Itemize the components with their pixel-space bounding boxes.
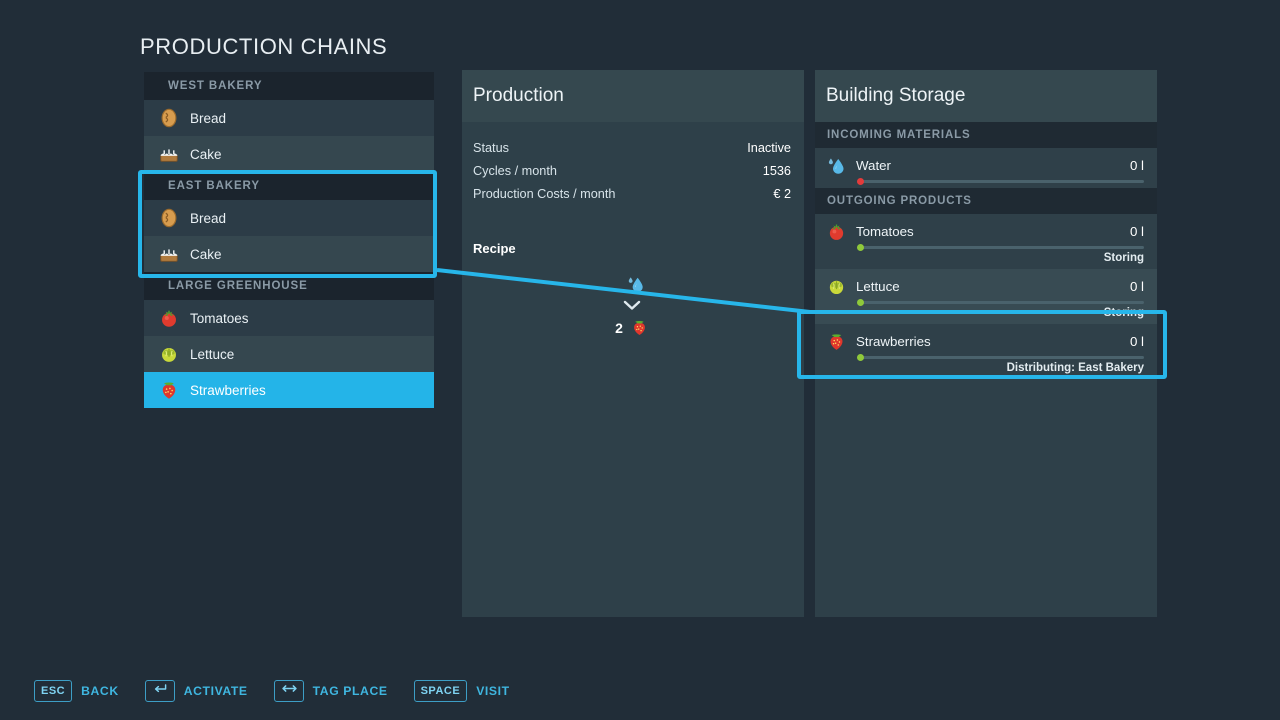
lettuce-icon — [158, 343, 180, 365]
storage-item-status: Distributing: East Bakery — [826, 362, 1144, 374]
building-storage-panel: Building Storage INCOMING MATERIALS Water… — [815, 70, 1157, 617]
chain-list-item-label: Cake — [190, 247, 222, 262]
storage-item-amount: 0 l — [1130, 158, 1144, 173]
lettuce-icon — [826, 276, 847, 297]
storage-item-fill-bar — [857, 180, 1144, 183]
keyboard-hint[interactable]: ACTIVATE — [145, 680, 248, 702]
key-hint-label: BACK — [81, 684, 119, 698]
storage-item-fill-bar — [857, 356, 1144, 359]
chain-list-item-label: Strawberries — [190, 383, 266, 398]
storage-item-status-dot — [857, 178, 864, 185]
storage-item-row: Tomatoes 0 l — [826, 221, 1144, 242]
storage-item-status-dot — [857, 244, 864, 251]
key-cap — [145, 680, 175, 702]
storage-section-header: INCOMING MATERIALS — [815, 122, 1157, 148]
storage-item-amount: 0 l — [1130, 334, 1144, 349]
keyboard-hint[interactable]: ESC BACK — [34, 680, 119, 702]
storage-item[interactable]: Tomatoes 0 l Storing — [815, 214, 1157, 269]
production-stat-value: Inactive — [747, 141, 791, 155]
production-stat-row: Production Costs / month € 2 — [473, 182, 791, 205]
storage-item-name: Lettuce — [856, 279, 1121, 294]
key-cap: SPACE — [414, 680, 468, 702]
production-stats: Status Inactive Cycles / month 1536 Producti… — [473, 136, 791, 205]
production-panel: Production Status Inactive Cycles / month 1… — [462, 70, 804, 617]
key-cap: ESC — [34, 680, 72, 702]
production-panel-header: Production — [462, 70, 804, 122]
storage-item-status: Storing — [826, 307, 1144, 319]
storage-sections: INCOMING MATERIALS Water 0 l OUTGOING PRODU… — [815, 122, 1157, 379]
strawberry-icon — [630, 318, 649, 337]
storage-item-status: Storing — [826, 252, 1144, 264]
chain-list-item-label: Bread — [190, 211, 226, 226]
bread-icon — [158, 107, 180, 129]
storage-item-name: Tomatoes — [856, 224, 1121, 239]
key-hint-label: VISIT — [476, 684, 509, 698]
chevron-down-icon — [623, 300, 641, 312]
chain-list-item-label: Cake — [190, 147, 222, 162]
storage-item-status-dot — [857, 354, 864, 361]
recipe-flow: 2 — [473, 274, 791, 337]
storage-item-name: Strawberries — [856, 334, 1121, 349]
storage-item[interactable]: Water 0 l — [815, 148, 1157, 188]
chain-list-item-label: Lettuce — [190, 347, 234, 362]
storage-item-amount: 0 l — [1130, 224, 1144, 239]
chain-list-item[interactable]: Cake — [144, 236, 434, 272]
strawberry-icon — [826, 331, 847, 352]
water-drop-icon — [626, 274, 646, 294]
keyboard-hint[interactable]: SPACE VISIT — [414, 680, 510, 702]
chain-list-item[interactable]: Lettuce — [144, 336, 434, 372]
production-stat-row: Cycles / month 1536 — [473, 159, 791, 182]
building-storage-panel-header: Building Storage — [815, 70, 1157, 122]
storage-item-fill-bar — [857, 301, 1144, 304]
cake-icon — [158, 143, 180, 165]
recipe-title: Recipe — [473, 241, 791, 256]
strawberry-icon — [158, 379, 180, 401]
tomato-icon — [158, 307, 180, 329]
chain-list-item[interactable]: Tomatoes — [144, 300, 434, 336]
chain-list-item[interactable]: Bread — [144, 200, 434, 236]
water-drop-icon — [826, 155, 847, 176]
storage-item-row: Water 0 l — [826, 155, 1144, 176]
chain-list-item[interactable]: Bread — [144, 100, 434, 136]
keyboard-hint[interactable]: TAG PLACE — [274, 680, 388, 702]
storage-item-row: Lettuce 0 l — [826, 276, 1144, 297]
key-hint-label: TAG PLACE — [313, 684, 388, 698]
tomato-icon — [826, 221, 847, 242]
left-right-arrow-icon — [281, 683, 297, 699]
production-chains-screen: PRODUCTION CHAINS WEST BAKERY Bread Cake EA… — [0, 0, 1280, 720]
chain-list-item[interactable]: Cake — [144, 136, 434, 172]
storage-section-header: OUTGOING PRODUCTS — [815, 188, 1157, 214]
chain-list-item[interactable]: Strawberries — [144, 372, 434, 408]
production-stat-label: Status — [473, 141, 509, 155]
cake-icon — [158, 243, 180, 265]
page-title: PRODUCTION CHAINS — [140, 34, 387, 60]
production-chain-list: WEST BAKERY Bread Cake EAST BAKERY Bread Cake… — [144, 72, 434, 408]
production-stat-value: € 2 — [773, 187, 791, 201]
production-stat-label: Production Costs / month — [473, 187, 615, 201]
storage-item[interactable]: Strawberries 0 l Distributing: East Bakery — [815, 324, 1157, 379]
storage-item-fill-bar — [857, 246, 1144, 249]
storage-item[interactable]: Lettuce 0 l Storing — [815, 269, 1157, 324]
production-stat-label: Cycles / month — [473, 164, 557, 178]
chain-group-header: EAST BAKERY — [144, 172, 434, 200]
production-stat-row: Status Inactive — [473, 136, 791, 159]
enter-return-icon — [152, 683, 168, 699]
bread-icon — [158, 207, 180, 229]
chain-list-item-label: Bread — [190, 111, 226, 126]
chain-group-header: LARGE GREENHOUSE — [144, 272, 434, 300]
storage-item-amount: 0 l — [1130, 279, 1144, 294]
recipe-output-qty: 2 — [615, 320, 623, 336]
storage-item-name: Water — [856, 158, 1121, 173]
keyboard-hint-bar: ESC BACK ACTIVATE TAG PLACE SPACE VISIT — [34, 680, 510, 702]
key-hint-label: ACTIVATE — [184, 684, 248, 698]
key-cap — [274, 680, 304, 702]
recipe-input-line — [619, 274, 646, 294]
storage-item-status-dot — [857, 299, 864, 306]
storage-item-row: Strawberries 0 l — [826, 331, 1144, 352]
chain-group-header: WEST BAKERY — [144, 72, 434, 100]
chain-list-item-label: Tomatoes — [190, 311, 249, 326]
production-stat-value: 1536 — [763, 164, 791, 178]
recipe-output-line: 2 — [615, 318, 649, 337]
